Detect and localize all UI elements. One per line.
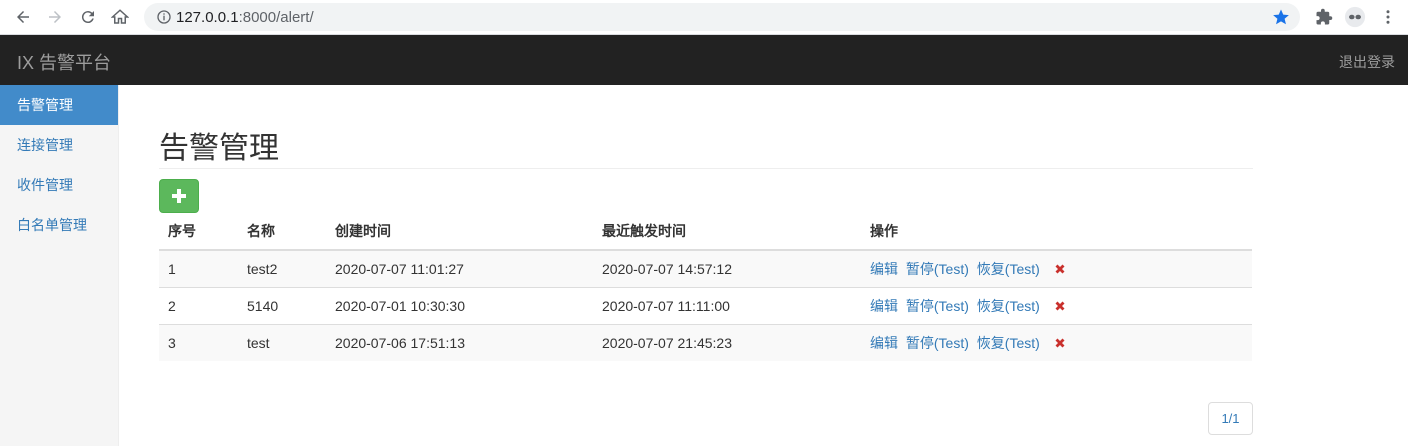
- edit-link[interactable]: 编辑: [870, 335, 898, 351]
- cell-index: 3: [159, 323, 238, 361]
- sidebar-item-alert-management[interactable]: 告警管理: [0, 85, 118, 125]
- title-divider: [159, 168, 1253, 169]
- cell-created: 2020-07-01 10:30:30: [326, 286, 593, 324]
- resume-link[interactable]: 恢复(Test): [977, 298, 1040, 314]
- cell-index: 2: [159, 286, 238, 324]
- reload-button[interactable]: [75, 4, 101, 30]
- cell-created: 2020-07-07 11:01:27: [326, 249, 593, 287]
- table-row: 2 5140 2020-07-01 10:30:30 2020-07-07 11…: [159, 286, 1252, 324]
- back-button[interactable]: [10, 4, 36, 30]
- puzzle-icon: [1316, 8, 1333, 25]
- pause-link[interactable]: 暂停(Test): [906, 335, 969, 351]
- logout-link[interactable]: 退出登录: [1339, 52, 1395, 72]
- add-alert-button[interactable]: [159, 179, 199, 213]
- avatar-icon: [1344, 6, 1366, 28]
- page-title: 告警管理: [159, 132, 279, 165]
- bookmark-star-icon[interactable]: [1272, 8, 1290, 26]
- sidebar-item-recipient-management[interactable]: 收件管理: [0, 165, 118, 205]
- brand-logo-text[interactable]: IX 告警平台: [17, 49, 111, 75]
- home-button[interactable]: [107, 4, 133, 30]
- cell-actions: 编辑 暂停(Test) 恢复(Test): [861, 323, 1252, 361]
- browser-toolbar: 127.0.0.1:8000/alert/: [0, 0, 1408, 35]
- table-row: 1 test2 2020-07-07 11:01:27 2020-07-07 1…: [159, 249, 1252, 287]
- cell-actions: 编辑 暂停(Test) 恢复(Test): [861, 286, 1252, 324]
- pause-link[interactable]: 暂停(Test): [906, 298, 969, 314]
- forward-button[interactable]: [42, 4, 68, 30]
- cell-created: 2020-07-06 17:51:13: [326, 323, 593, 361]
- edit-link[interactable]: 编辑: [870, 261, 898, 277]
- column-header-actions: 操作: [861, 213, 1252, 251]
- delete-icon[interactable]: [1054, 300, 1066, 312]
- menu-button[interactable]: [1377, 6, 1399, 28]
- pause-link[interactable]: 暂停(Test): [906, 261, 969, 277]
- reload-icon: [81, 11, 94, 24]
- top-navbar: IX 告警平台 退出登录: [0, 35, 1408, 85]
- cell-last-triggered: 2020-07-07 21:45:23: [593, 323, 861, 361]
- url-path: :8000/alert/: [238, 9, 314, 26]
- profile-avatar[interactable]: [1344, 6, 1366, 28]
- address-bar[interactable]: 127.0.0.1:8000/alert/: [144, 3, 1300, 31]
- column-header-index: 序号: [159, 213, 238, 251]
- arrow-left-icon: [17, 11, 29, 23]
- table-header-row: 序号 名称 创建时间 最近触发时间 操作: [159, 213, 1252, 251]
- extensions-button[interactable]: [1313, 6, 1335, 28]
- sidebar: 告警管理 连接管理 收件管理 白名单管理: [0, 85, 119, 446]
- cell-index: 1: [159, 249, 238, 287]
- cell-actions: 编辑 暂停(Test) 恢复(Test): [861, 249, 1252, 287]
- cell-last-triggered: 2020-07-07 14:57:12: [593, 249, 861, 287]
- cell-name: test2: [238, 249, 326, 287]
- cell-name: 5140: [238, 286, 326, 324]
- url-text: 127.0.0.1:8000/alert/: [176, 9, 314, 26]
- column-header-last-triggered: 最近触发时间: [593, 213, 861, 251]
- sidebar-item-whitelist-management[interactable]: 白名单管理: [0, 205, 118, 245]
- kebab-menu-icon: [1386, 10, 1390, 24]
- edit-link[interactable]: 编辑: [870, 298, 898, 314]
- sidebar-item-connection-management[interactable]: 连接管理: [0, 125, 118, 165]
- url-host: 127.0.0.1: [176, 9, 239, 26]
- pagination-indicator[interactable]: 1/1: [1208, 402, 1253, 435]
- cell-name: test: [238, 323, 326, 361]
- resume-link[interactable]: 恢复(Test): [977, 261, 1040, 277]
- alert-table: 序号 名称 创建时间 最近触发时间 操作 1 test2 2020-07-07 …: [159, 213, 1252, 361]
- delete-icon[interactable]: [1054, 263, 1066, 275]
- home-icon: [111, 9, 129, 24]
- arrow-right-icon: [49, 11, 61, 23]
- column-header-created: 创建时间: [326, 213, 593, 251]
- info-icon[interactable]: [156, 9, 172, 25]
- column-header-name: 名称: [238, 213, 326, 251]
- table-row: 3 test 2020-07-06 17:51:13 2020-07-07 21…: [159, 323, 1252, 361]
- delete-icon[interactable]: [1054, 337, 1066, 349]
- plus-icon: [172, 189, 186, 203]
- cell-last-triggered: 2020-07-07 11:11:00: [593, 286, 861, 324]
- resume-link[interactable]: 恢复(Test): [977, 335, 1040, 351]
